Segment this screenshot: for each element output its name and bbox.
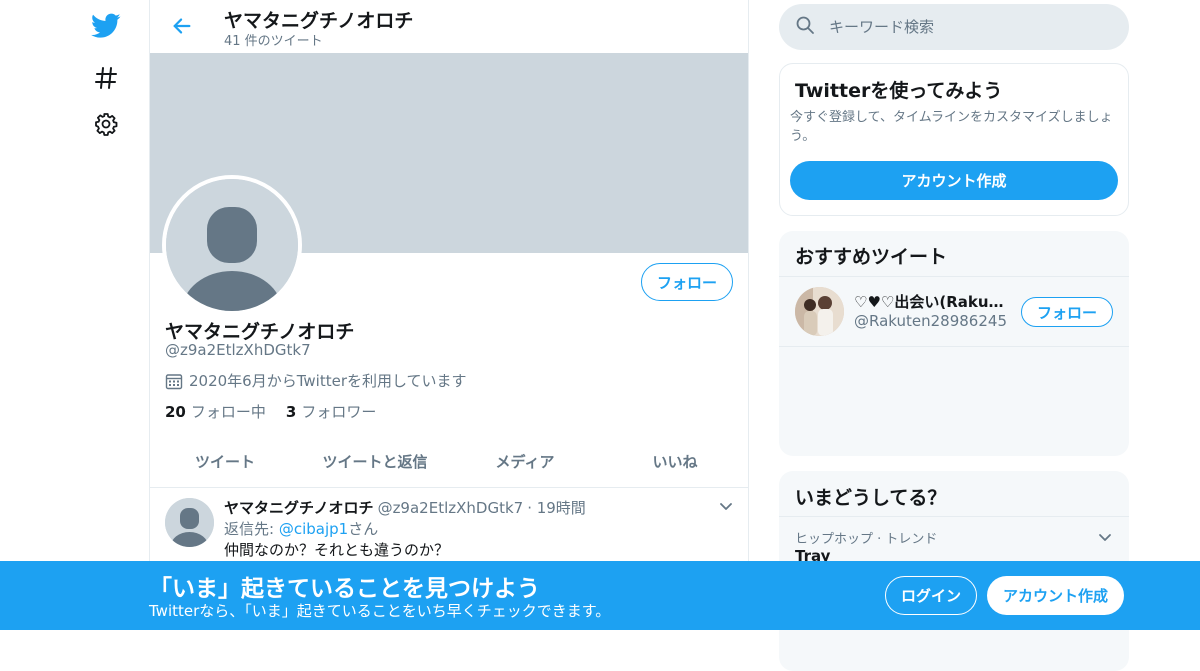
tab-tweets[interactable]: ツイート bbox=[150, 436, 300, 487]
recommended-handle[interactable]: @Rakuten28986245 bbox=[854, 312, 1007, 330]
follow-counts: 20 フォロー中 3 フォロワー bbox=[165, 401, 376, 422]
chevron-down-icon[interactable] bbox=[716, 496, 736, 516]
reply-suffix: さん bbox=[348, 520, 379, 538]
joined-text: 2020年6月からTwitterを利用しています bbox=[189, 372, 467, 390]
twitter-bird-icon[interactable] bbox=[88, 8, 124, 44]
followers-link[interactable]: 3 フォロワー bbox=[286, 401, 376, 422]
profile-name: ヤマタニグチノオロチ bbox=[165, 321, 355, 343]
divider bbox=[779, 346, 1129, 347]
reply-mention[interactable]: @cibajp1 bbox=[279, 520, 348, 538]
hashtag-icon[interactable] bbox=[88, 60, 124, 96]
calendar-icon bbox=[165, 372, 183, 390]
tweet-avatar[interactable] bbox=[165, 498, 214, 547]
recommended-title: おすすめツイート bbox=[795, 246, 948, 268]
recommended-follow-button[interactable]: フォロー bbox=[1021, 297, 1113, 327]
tweet-header: ヤマタニグチノオロチ @z9a2EtlzXhDGtk7 · 19時間 bbox=[224, 497, 586, 518]
chevron-down-icon[interactable] bbox=[1095, 527, 1115, 547]
banner-create-account-button[interactable]: アカウント作成 bbox=[987, 576, 1124, 615]
following-count: 20 bbox=[165, 403, 186, 421]
banner-subtitle: Twitterなら、「いま」起きていることをいち早くチェックできます。 bbox=[149, 602, 611, 620]
profile-column: ヤマタニグチノオロチ 41 件のツイート フォロー ヤマタニグチノオロチ @z9… bbox=[149, 0, 749, 630]
trends-title: いまどうしてる？ bbox=[795, 487, 947, 509]
search-bar[interactable] bbox=[779, 4, 1129, 50]
followers-count: 3 bbox=[285, 403, 297, 421]
tab-likes[interactable]: いいね bbox=[600, 436, 748, 487]
tweet-text: 仲間なのか？それとも違うのか？ bbox=[224, 541, 450, 559]
banner-title: 「いま」起きていることを見つけよう bbox=[149, 576, 540, 602]
create-account-button[interactable]: アカウント作成 bbox=[790, 161, 1118, 200]
following-link[interactable]: 20 フォロー中 bbox=[165, 401, 266, 422]
tab-tweets-replies[interactable]: ツイートと返信 bbox=[300, 436, 450, 487]
profile-avatar[interactable] bbox=[162, 175, 302, 315]
follow-button[interactable]: フォロー bbox=[641, 263, 733, 301]
reply-prefix: 返信先: bbox=[224, 520, 279, 538]
trend-meta: ヒップホップ · トレンド bbox=[795, 532, 938, 547]
divider bbox=[779, 276, 1129, 277]
profile-handle: @z9a2EtlzXhDGtk7 bbox=[165, 341, 311, 359]
back-arrow-icon[interactable] bbox=[168, 12, 196, 40]
divider bbox=[779, 516, 1129, 517]
tweet-author-name[interactable]: ヤマタニグチノオロチ bbox=[224, 497, 374, 518]
recommended-avatar[interactable] bbox=[795, 287, 844, 336]
followers-label: フォロワー bbox=[301, 403, 377, 421]
signup-banner: 「いま」起きていることを見つけよう Twitterなら、「いま」起きていることを… bbox=[0, 561, 1200, 630]
signup-text: 今すぐ登録して、タイムラインをカスタマイズしましょう。 bbox=[790, 110, 1113, 144]
page-title: ヤマタニグチノオロチ bbox=[224, 10, 414, 32]
profile-tabs: ツイート ツイートと返信 メディア いいね bbox=[150, 436, 748, 488]
joined-date: 2020年6月からTwitterを利用しています bbox=[165, 370, 467, 391]
reply-to: 返信先: @cibajp1さん bbox=[224, 518, 378, 539]
tweet-count: 41 件のツイート bbox=[224, 34, 323, 49]
search-icon bbox=[795, 15, 815, 39]
search-input[interactable] bbox=[829, 18, 1109, 36]
recommended-name[interactable]: ♡♥♡出会い(Rakuten bbox=[854, 291, 1006, 312]
recommended-card: おすすめツイート ♡♥♡出会い(Rakuten @Rakuten28986245… bbox=[779, 231, 1129, 456]
signup-card: Twitterを使ってみよう 今すぐ登録して、タイムラインをカスタマイズしましょ… bbox=[779, 63, 1129, 216]
following-label: フォロー中 bbox=[190, 403, 266, 421]
tab-media[interactable]: メディア bbox=[450, 436, 600, 487]
signup-title: Twitterを使ってみよう bbox=[795, 80, 1003, 102]
gear-icon[interactable] bbox=[88, 106, 124, 142]
tweet-time[interactable]: · 19時間 bbox=[527, 497, 586, 518]
login-button[interactable]: ログイン bbox=[885, 576, 977, 615]
tweet-author-handle[interactable]: @z9a2EtlzXhDGtk7 bbox=[378, 499, 524, 517]
